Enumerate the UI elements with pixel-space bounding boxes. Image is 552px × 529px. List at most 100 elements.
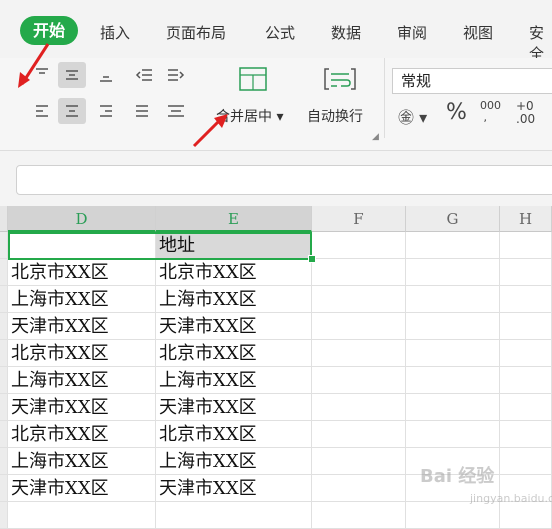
empty-cell[interactable] [500,367,552,394]
empty-cell[interactable] [312,394,406,421]
address-cell[interactable]: 天津市XX区 [8,394,156,421]
row-header[interactable] [0,394,8,421]
address-cell[interactable]: 天津市XX区 [8,313,156,340]
number-format-select[interactable]: 常规 [392,68,552,94]
empty-cell[interactable] [406,340,500,367]
empty-cell[interactable] [406,394,500,421]
empty-cell[interactable] [406,286,500,313]
address-cell[interactable]: 上海市XX区 [156,448,312,475]
address-cell[interactable]: 天津市XX区 [156,475,312,502]
address-cell[interactable]: 北京市XX区 [156,340,312,367]
empty-cell[interactable] [156,502,312,529]
align-right-icon[interactable] [92,98,120,124]
watermark: Bai 经验 [420,466,495,487]
align-middle-icon[interactable] [58,62,86,88]
tab-review[interactable]: 审阅 [397,22,427,43]
empty-cell[interactable] [312,448,406,475]
address-cell[interactable]: 天津市XX区 [156,313,312,340]
address-cell[interactable]: 北京市XX区 [156,421,312,448]
address-cell[interactable]: 天津市XX区 [156,394,312,421]
tab-page-layout[interactable]: 页面布局 [166,22,226,43]
column-header-h[interactable]: H [500,206,552,232]
row-header[interactable] [0,340,8,367]
empty-cell[interactable] [312,340,406,367]
empty-cell[interactable] [8,502,156,529]
column-header-g[interactable]: G [406,206,500,232]
empty-cell[interactable] [500,313,552,340]
empty-cell[interactable] [500,448,552,475]
empty-cell[interactable] [406,313,500,340]
address-cell[interactable]: 上海市XX区 [156,367,312,394]
row-header[interactable] [0,502,8,529]
tab-insert[interactable]: 插入 [100,22,130,43]
address-cell[interactable]: 北京市XX区 [8,340,156,367]
row-header[interactable] [0,367,8,394]
column-header-f[interactable]: F [312,206,406,232]
empty-cell[interactable] [312,259,406,286]
selection-range [8,232,312,260]
row-header[interactable] [0,421,8,448]
tab-formula[interactable]: 公式 [265,22,295,43]
align-bottom-icon[interactable] [92,62,120,88]
corner-header[interactable] [0,206,8,232]
address-cell[interactable]: 天津市XX区 [8,475,156,502]
address-cell[interactable]: 北京市XX区 [156,259,312,286]
header-cell[interactable] [500,232,552,259]
align-center-icon[interactable] [58,98,86,124]
currency-icon[interactable]: ㊎ ▾ [398,104,427,128]
empty-cell[interactable] [312,367,406,394]
empty-cell[interactable] [312,475,406,502]
empty-cell[interactable] [406,421,500,448]
tab-view[interactable]: 视图 [463,22,493,43]
header-cell[interactable] [406,232,500,259]
annotation-arrow-merge [192,114,228,148]
empty-cell[interactable] [500,259,552,286]
empty-cell[interactable] [406,502,500,529]
increase-indent-icon[interactable] [162,62,190,88]
fill-handle[interactable] [308,255,316,263]
address-cell[interactable]: 北京市XX区 [8,259,156,286]
tab-data[interactable]: 数据 [331,22,361,43]
percent-button[interactable]: % [446,100,467,125]
empty-cell[interactable] [500,394,552,421]
address-cell[interactable]: 上海市XX区 [8,367,156,394]
column-header-d[interactable]: D [8,206,156,232]
wrap-text-button[interactable]: 自动换行 [307,106,363,126]
address-cell[interactable]: 北京市XX区 [8,421,156,448]
toolbar-divider [384,58,385,138]
address-cell[interactable]: 上海市XX区 [8,448,156,475]
row-header[interactable] [0,232,8,259]
address-cell[interactable]: 上海市XX区 [156,286,312,313]
column-header-e[interactable]: E [156,206,312,232]
row-header[interactable] [0,475,8,502]
empty-cell[interactable] [312,421,406,448]
decimal-increase-button[interactable]: +0.00 [516,100,535,126]
decrease-indent-icon[interactable] [130,62,158,88]
empty-cell[interactable] [312,286,406,313]
row-header[interactable] [0,259,8,286]
distributed-align-icon[interactable] [162,98,190,124]
watermark-url: jingyan.baidu.com [470,492,552,505]
empty-cell[interactable] [500,502,552,529]
empty-cell[interactable] [312,313,406,340]
empty-cell[interactable] [500,421,552,448]
merge-center-icon[interactable] [236,64,270,94]
header-cell[interactable] [312,232,406,259]
ribbon-tab-bar: 开始 插入 页面布局 公式 数据 审阅 视图 安全 [0,0,552,63]
empty-cell[interactable] [500,286,552,313]
align-left-icon[interactable] [28,98,56,124]
empty-cell[interactable] [406,367,500,394]
row-header[interactable] [0,313,8,340]
dialog-launcher-icon[interactable]: ◢ [372,132,379,142]
row-header[interactable] [0,286,8,313]
empty-cell[interactable] [500,340,552,367]
empty-cell[interactable] [312,502,406,529]
row-header[interactable] [0,448,8,475]
address-cell[interactable]: 上海市XX区 [8,286,156,313]
empty-cell[interactable] [406,259,500,286]
justify-icon[interactable] [128,98,156,124]
annotation-arrow-tab [18,43,50,88]
thousands-button[interactable]: 000 , [480,100,501,124]
wrap-text-icon[interactable] [322,64,358,94]
formula-input[interactable] [16,165,552,195]
